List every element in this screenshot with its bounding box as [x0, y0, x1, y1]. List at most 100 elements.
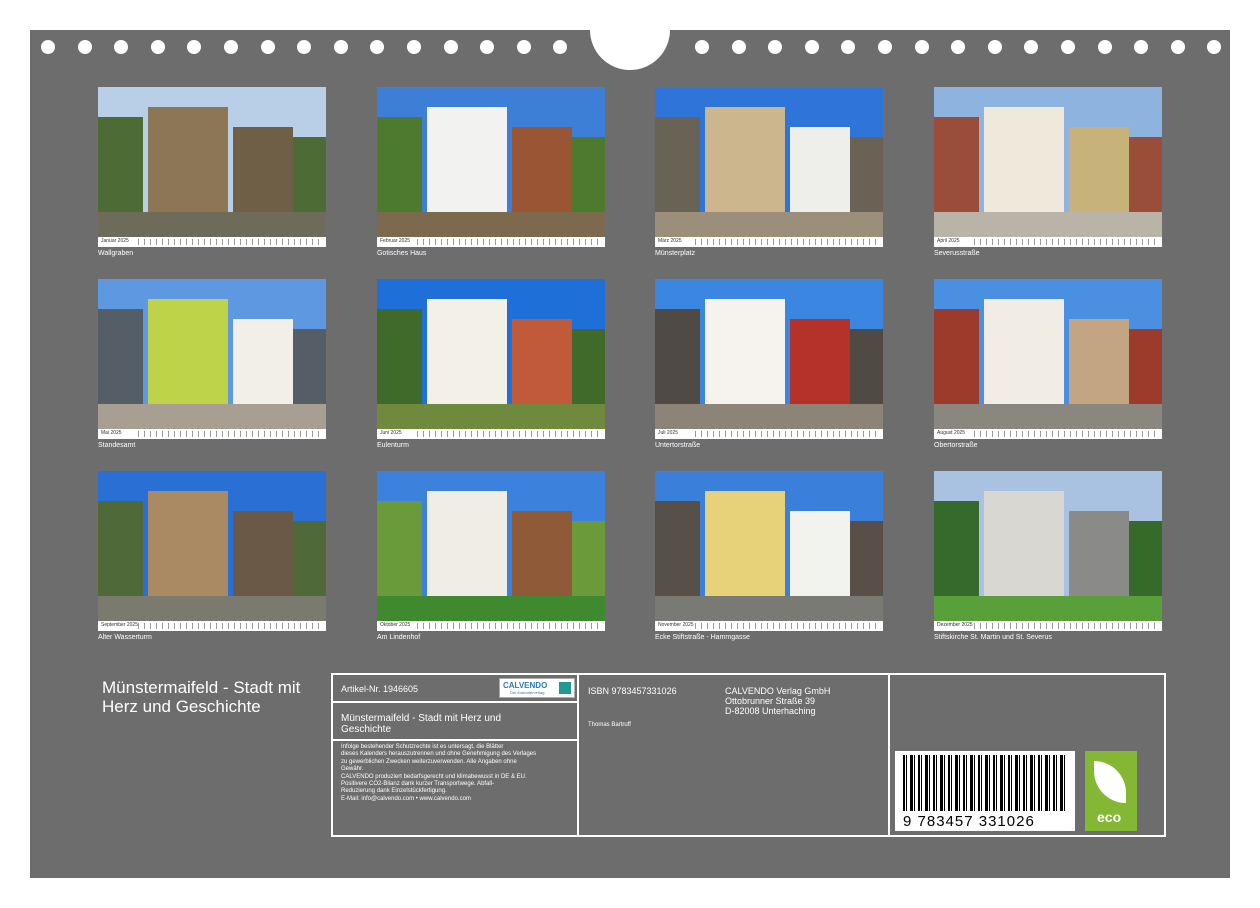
isbn: ISBN 9783457331026	[588, 686, 677, 696]
photo-shape	[427, 299, 507, 419]
month-photo: Oktober 2025	[377, 471, 605, 631]
photo-shape	[427, 491, 507, 611]
month-photo: März 2025	[655, 87, 883, 247]
eco-label: eco	[1097, 809, 1122, 825]
publisher-line: Ottobrunner Straße 39	[725, 696, 816, 706]
legal-line: dieses Kalenders herauszutrennen und ohn…	[341, 751, 537, 758]
tile-caption: Untertorstraße	[655, 442, 701, 449]
logo-subtitle: Der Kalenderverlag	[510, 690, 545, 695]
photo-shape	[984, 107, 1064, 227]
barcode-bars	[903, 755, 1067, 811]
article-number: Artikel-Nr. 1946605	[341, 684, 419, 694]
binding-hole	[114, 40, 129, 54]
tile-caption: Ecke Stiftstraße - Hammgasse	[655, 634, 750, 641]
divider	[577, 675, 579, 835]
product-title: Münstermaifeld - Stadt mit Herz und Gesc…	[102, 678, 301, 716]
photo-shape	[148, 107, 228, 227]
info-box: Artikel-Nr. 1946605 CALVENDO Der Kalende…	[331, 673, 1166, 837]
binding-hole	[224, 40, 238, 54]
month-label: August 2025	[937, 430, 966, 436]
binding-hole	[841, 40, 856, 54]
month-photo: April 2025	[934, 87, 1162, 247]
hanger-cutout	[590, 18, 670, 70]
binding-hole	[260, 40, 275, 54]
publisher-address: CALVENDO Verlag GmbH Ottobrunner Straße 3…	[725, 686, 830, 716]
binding-hole	[1207, 40, 1222, 54]
tile-caption: Wallgraben	[98, 250, 134, 257]
binding-hole	[1134, 40, 1149, 54]
binding-hole	[443, 40, 458, 54]
binding-hole	[407, 40, 421, 54]
day-grid	[138, 623, 322, 629]
tile-caption: Obertorstraße	[934, 442, 978, 449]
month-label: April 2025	[937, 238, 960, 244]
day-grid	[974, 623, 1158, 629]
month-photo: November 2025	[655, 471, 883, 631]
tile-caption: Gotisches Haus	[377, 250, 427, 257]
calendar-strip: Mai 2025	[98, 429, 326, 439]
calvendo-logo: CALVENDO Der Kalenderverlag	[499, 678, 575, 698]
month-label: Juni 2025	[380, 430, 402, 436]
tile-caption: Eulenturm	[377, 442, 409, 449]
binding-hole	[77, 40, 92, 54]
calendar-strip: November 2025	[655, 621, 883, 631]
month-label: März 2025	[658, 238, 682, 244]
binding-hole	[297, 40, 312, 54]
binding-hole	[150, 40, 165, 54]
month-label: Februar 2025	[380, 238, 411, 244]
day-grid	[417, 623, 601, 629]
author: Thomas Bartruff	[588, 722, 631, 728]
binding-hole	[1061, 40, 1075, 54]
divider	[333, 739, 577, 741]
month-tile: Januar 2025 Wallgraben	[98, 87, 326, 262]
day-grid	[974, 239, 1158, 245]
calendar-strip: Dezember 2025	[934, 621, 1162, 631]
month-photo: Juli 2025	[655, 279, 883, 439]
photo-shape	[705, 299, 785, 419]
month-tile: August 2025 Obertorstraße	[934, 279, 1162, 454]
month-tile: Mai 2025 Standesamt	[98, 279, 326, 454]
month-photo: Februar 2025	[377, 87, 605, 247]
month-label: Dezember 2025	[937, 622, 973, 628]
day-grid	[417, 431, 601, 437]
binding-hole	[553, 40, 568, 54]
binding-hole	[1097, 40, 1112, 54]
month-photo: Mai 2025	[98, 279, 326, 439]
tile-caption: Am Lindenhof	[377, 634, 421, 641]
month-label: September 2025	[101, 622, 138, 628]
month-photo: Dezember 2025	[934, 471, 1162, 631]
barcode-number: 9 783457 331026	[903, 813, 1035, 830]
month-photo: September 2025	[98, 471, 326, 631]
month-photo: August 2025	[934, 279, 1162, 439]
month-tile: Oktober 2025 Am Lindenhof	[377, 471, 605, 646]
photo-shape	[148, 491, 228, 611]
binding-hole	[878, 40, 892, 54]
binding-hole	[1170, 40, 1185, 54]
photo-shape	[427, 107, 507, 227]
month-photo: Juni 2025	[377, 279, 605, 439]
month-tile: März 2025 Münsterplatz	[655, 87, 883, 262]
isbn-barcode: 9 783457 331026	[895, 751, 1075, 831]
binding-hole	[914, 40, 929, 54]
binding-hole	[333, 40, 348, 54]
calvendo-mark-icon	[559, 682, 571, 694]
calendar-strip: April 2025	[934, 237, 1162, 247]
legal-line: Infolge bestehender Schutzrechte ist es …	[341, 744, 504, 750]
month-tile: Februar 2025 Gotisches Haus	[377, 87, 605, 262]
month-label: November 2025	[658, 622, 694, 628]
photo-shape	[148, 299, 228, 419]
month-label: Mai 2025	[101, 430, 122, 436]
month-tile: April 2025 Severusstraße	[934, 87, 1162, 262]
month-label: Oktober 2025	[380, 622, 411, 628]
legal-line: zu gewerblichen Zwecken weiterzuverwende…	[341, 758, 517, 765]
eco-badge: eco	[1085, 751, 1137, 831]
calendar-strip: Oktober 2025	[377, 621, 605, 631]
binding-hole	[987, 40, 1002, 54]
month-label: Januar 2025	[101, 238, 129, 244]
day-grid	[417, 239, 601, 245]
binding-hole	[695, 40, 709, 54]
calendar-strip: August 2025	[934, 429, 1162, 439]
calendar-strip: September 2025	[98, 621, 326, 631]
month-tile: Juni 2025 Eulenturm	[377, 279, 605, 454]
info-title: Münstermaifeld - Stadt mit Herz und Gesc…	[341, 713, 502, 735]
